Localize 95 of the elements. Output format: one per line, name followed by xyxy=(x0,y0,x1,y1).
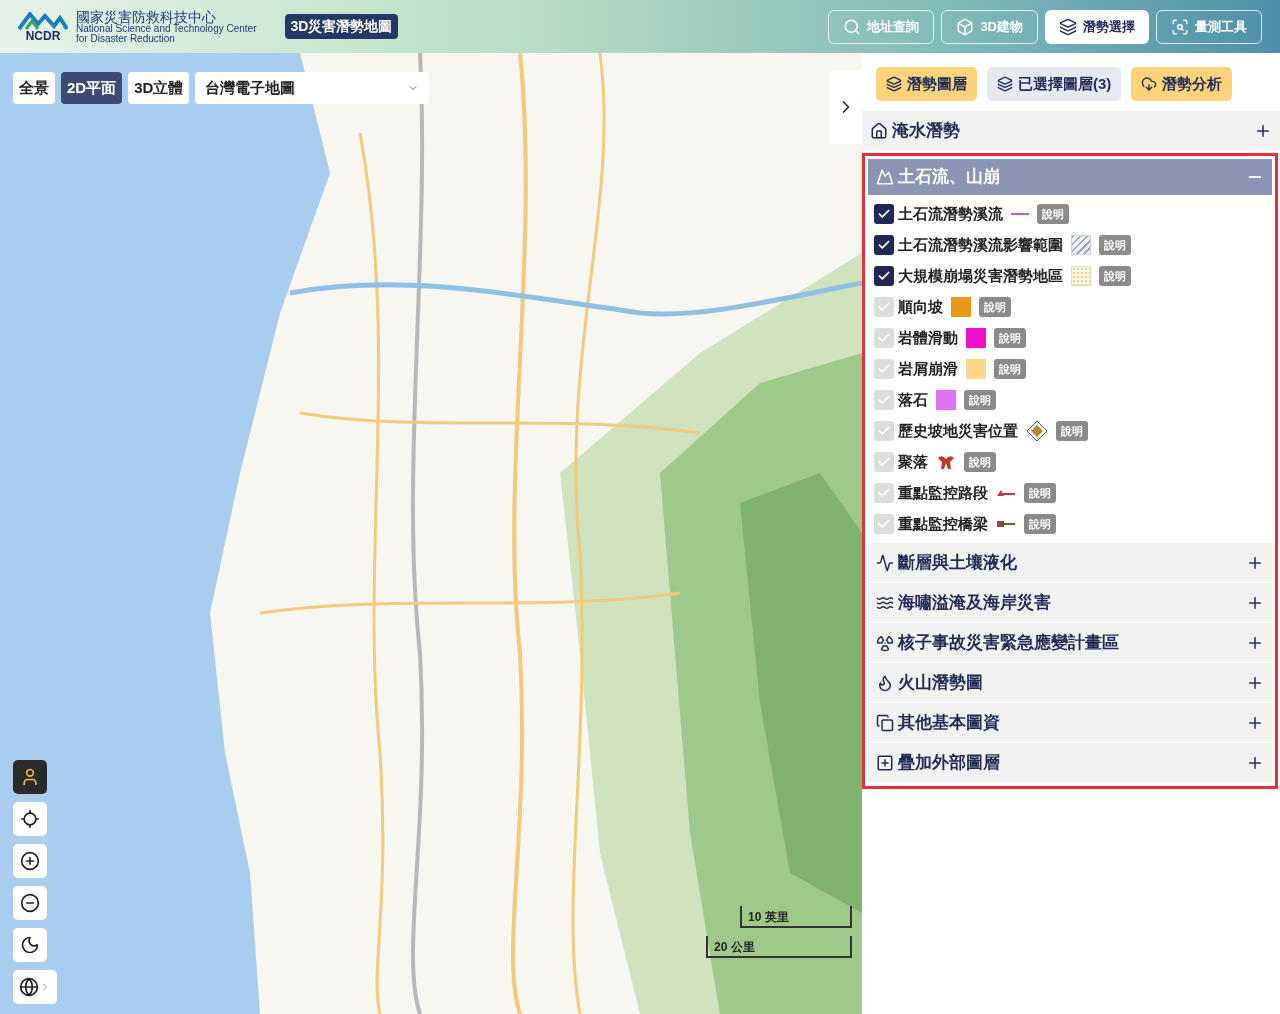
check-icon xyxy=(877,300,891,314)
check-icon xyxy=(877,486,891,500)
layer-checkbox[interactable] xyxy=(874,359,894,379)
section-title: 疊加外部圖層 xyxy=(898,751,1000,774)
panel-toggle[interactable] xyxy=(830,70,862,144)
layer-label: 重點監控橋梁 xyxy=(898,513,988,534)
zoom-out-icon xyxy=(20,893,40,913)
layer-label: 歷史坡地災害位置 xyxy=(898,420,1018,441)
section-header[interactable]: 核子事故災害緊急應變計畫區 xyxy=(868,623,1272,663)
layer-checkbox[interactable] xyxy=(874,204,894,224)
map-control-button[interactable] xyxy=(13,928,47,962)
section-header[interactable]: 斷層與土壤液化 xyxy=(868,543,1272,583)
layer-checkbox[interactable] xyxy=(874,421,894,441)
map-control-button[interactable] xyxy=(13,802,47,836)
layer-label: 落石 xyxy=(898,389,928,410)
measure-icon xyxy=(1171,17,1189,36)
section-header[interactable]: 火山潛勢圖 xyxy=(868,663,1272,703)
layer-label: 聚落 xyxy=(898,451,928,472)
section-header[interactable]: 淹水潛勢 xyxy=(862,111,1280,151)
check-icon xyxy=(877,207,891,221)
logo-icon xyxy=(18,11,68,30)
logo-text: NCDR xyxy=(25,29,61,42)
section-title: 核子事故災害緊急應變計畫區 xyxy=(898,631,1119,654)
zoom-in-icon xyxy=(20,851,40,871)
check-icon xyxy=(877,393,891,407)
layer-checkbox[interactable] xyxy=(874,452,894,472)
search-icon xyxy=(843,17,862,36)
section-header[interactable]: 其他基本圖資 xyxy=(868,703,1272,743)
moon-icon xyxy=(20,935,40,955)
org-name: 國家災害防救科技中心 xyxy=(76,9,216,24)
road-marker-icon xyxy=(996,488,1016,498)
square-plus-icon xyxy=(876,753,894,772)
layer-checkbox[interactable] xyxy=(874,514,894,534)
copy-icon xyxy=(876,713,894,732)
layer-label: 土石流潛勢溪流影響範圍 xyxy=(898,234,1063,255)
bridge-marker-icon xyxy=(996,519,1016,529)
scale-bar: 10 英里 xyxy=(740,906,852,928)
layers-icon xyxy=(997,76,1013,92)
dotted-swatch xyxy=(1071,266,1091,286)
check-icon xyxy=(877,517,891,531)
layer-checkbox[interactable] xyxy=(874,266,894,286)
nav-button[interactable]: 潛勢選擇 xyxy=(1045,9,1149,44)
map-control-button[interactable] xyxy=(13,886,47,920)
scale-bar: 20 公里 xyxy=(706,936,852,958)
layers-icon xyxy=(886,76,902,92)
layer-label: 大規模崩塌災害潛勢地區 xyxy=(898,265,1063,286)
layer-checkbox[interactable] xyxy=(874,235,894,255)
panel-tab[interactable]: 已選擇圖層(3) xyxy=(987,67,1122,101)
layer-label: 順向坡 xyxy=(898,296,943,317)
section-title: 火山潛勢圖 xyxy=(898,671,983,694)
section-title: 斷層與土壤液化 xyxy=(898,551,1017,574)
settlement-icon xyxy=(936,454,956,470)
layers-icon xyxy=(1059,17,1077,36)
org-name-en: National Science and Technology Center xyxy=(76,23,257,34)
map-control-button[interactable] xyxy=(13,760,47,794)
section-header[interactable]: 疊加外部圖層 xyxy=(868,743,1272,783)
view-button[interactable]: 3D立體 xyxy=(128,72,190,104)
check-icon xyxy=(877,331,891,345)
section-title: 海嘯溢淹及海岸災害 xyxy=(898,591,1051,614)
section-title: 淹水潛勢 xyxy=(892,119,960,142)
org-name-en: for Disaster Reduction xyxy=(76,33,175,44)
house-icon xyxy=(870,121,888,140)
check-icon xyxy=(877,455,891,469)
slope-icon xyxy=(876,168,894,186)
layer-checkbox[interactable] xyxy=(874,483,894,503)
layer-checkbox[interactable] xyxy=(874,297,894,317)
cube-icon xyxy=(956,17,975,36)
layer-label: 岩屑崩滑 xyxy=(898,358,958,379)
globe-icon xyxy=(19,977,39,997)
cloud-icon xyxy=(1141,76,1158,92)
panel-tab[interactable]: 潛勢圖層 xyxy=(876,67,977,101)
layer-label: 土石流潛勢溪流 xyxy=(898,203,1003,224)
section-title: 其他基本圖資 xyxy=(898,711,1000,734)
view-button[interactable]: 2D平面 xyxy=(61,72,123,104)
map-control-button[interactable] xyxy=(13,970,57,1004)
check-icon xyxy=(877,269,891,283)
layer-label: 岩體滑動 xyxy=(898,327,958,348)
basemap-select[interactable]: 台灣電子地圖 xyxy=(195,72,430,104)
panel-tab[interactable]: 潛勢分析 xyxy=(1131,67,1233,101)
locate-icon xyxy=(20,809,40,829)
layer-checkbox[interactable] xyxy=(874,328,894,348)
person-icon xyxy=(20,767,40,787)
map-control-button[interactable] xyxy=(13,844,47,878)
app-title: 3D災害潛勢地圖 xyxy=(284,14,399,39)
landslide-marker-icon xyxy=(1026,420,1048,442)
check-icon xyxy=(877,424,891,438)
section-header[interactable]: 海嘯溢淹及海岸災害 xyxy=(868,583,1272,623)
check-icon xyxy=(877,238,891,252)
radiation-icon xyxy=(876,633,894,652)
layer-checkbox[interactable] xyxy=(874,390,894,410)
section-title: 土石流、山崩 xyxy=(898,166,1000,189)
hatch-swatch xyxy=(1071,235,1091,255)
layer-label: 重點監控路段 xyxy=(898,482,988,503)
check-icon xyxy=(877,362,891,376)
view-button[interactable]: 全景 xyxy=(13,72,55,104)
